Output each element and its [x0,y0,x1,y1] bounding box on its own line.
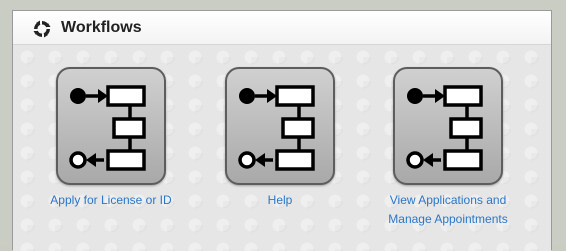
workflow-diagram-icon [69,85,146,171]
tile-label[interactable]: Apply for License or ID [41,191,181,210]
tile-label[interactable]: Help [210,191,350,210]
tile-label[interactable]: View Applications and Manage Appointment… [378,191,518,229]
view-applications-tile[interactable]: View Applications and Manage Appointment… [378,67,518,237]
workflows-grid: Apply for License or ID Help View Applic… [13,45,551,251]
workflow-diagram-icon [406,85,483,171]
workflows-panel: Workflows Apply for License or ID Help V… [12,10,552,251]
apply-for-license-tile[interactable]: Apply for License or ID [41,67,181,237]
help-tile[interactable]: Help [210,67,350,237]
panel-header: Workflows [13,11,551,45]
panel-title: Workflows [61,19,142,36]
tile-icon-box[interactable] [393,67,503,185]
page-frame: Workflows Apply for License or ID Help V… [0,0,566,251]
workflow-diagram-icon [238,85,315,171]
tile-icon-box[interactable] [56,67,166,185]
tile-icon-box[interactable] [225,67,335,185]
workflows-icon [33,20,51,38]
